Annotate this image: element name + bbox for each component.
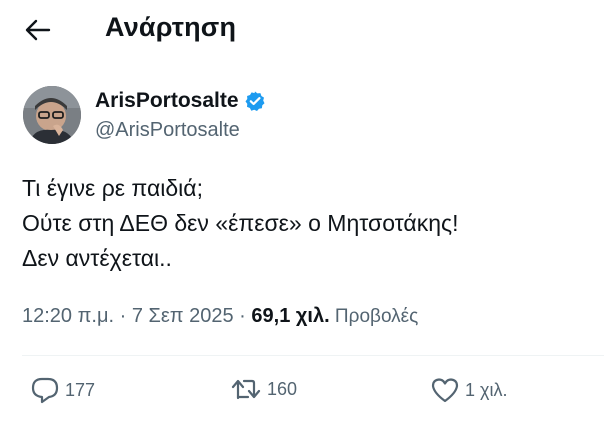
author-name[interactable]: ArisPortosalte <box>95 89 266 113</box>
reply-icon <box>31 377 59 404</box>
like-count: 1 χιλ. <box>465 379 508 400</box>
like-button[interactable]: 1 χιλ. <box>430 376 507 404</box>
avatar[interactable] <box>23 86 81 144</box>
back-button[interactable] <box>22 14 54 46</box>
heart-icon <box>431 378 459 403</box>
avatar-image <box>23 86 81 144</box>
tweet-line: Ούτε στη ΔΕΘ δεν «έπεσε» ο Μητσοτάκης! <box>22 210 459 236</box>
repost-count: 160 <box>267 378 298 399</box>
tweet-text: Τι έγινε ρε παιδιά; Ούτε στη ΔΕΘ δεν «έπ… <box>22 171 459 276</box>
tweet-line: Δεν αντέχεται.. <box>22 245 172 271</box>
tweet-meta: 12:20 π.μ. · 7 Σεπ 2025 · 69,1 χιλ. Προβ… <box>22 305 418 328</box>
repost-icon <box>231 379 261 400</box>
top-bar: Ανάρτηση <box>0 0 604 60</box>
author-handle[interactable]: @ArisPortosalte <box>95 119 240 142</box>
views-count: 69,1 χιλ. <box>251 305 330 327</box>
tweet-timestamp[interactable]: 12:20 π.μ. · 7 Σεπ 2025 · <box>22 305 251 327</box>
verified-badge-icon[interactable] <box>244 90 266 112</box>
page-title: Ανάρτηση <box>105 12 237 42</box>
author-display-name: ArisPortosalte <box>95 89 239 112</box>
arrow-left-icon <box>25 19 51 41</box>
tweet-line: Τι έγινε ρε παιδιά; <box>22 175 203 201</box>
reply-button[interactable]: 177 <box>30 376 95 404</box>
reply-count: 177 <box>65 379 96 400</box>
divider <box>22 355 604 356</box>
views-label: Προβολές <box>329 306 419 327</box>
repost-button[interactable]: 160 <box>230 376 297 402</box>
